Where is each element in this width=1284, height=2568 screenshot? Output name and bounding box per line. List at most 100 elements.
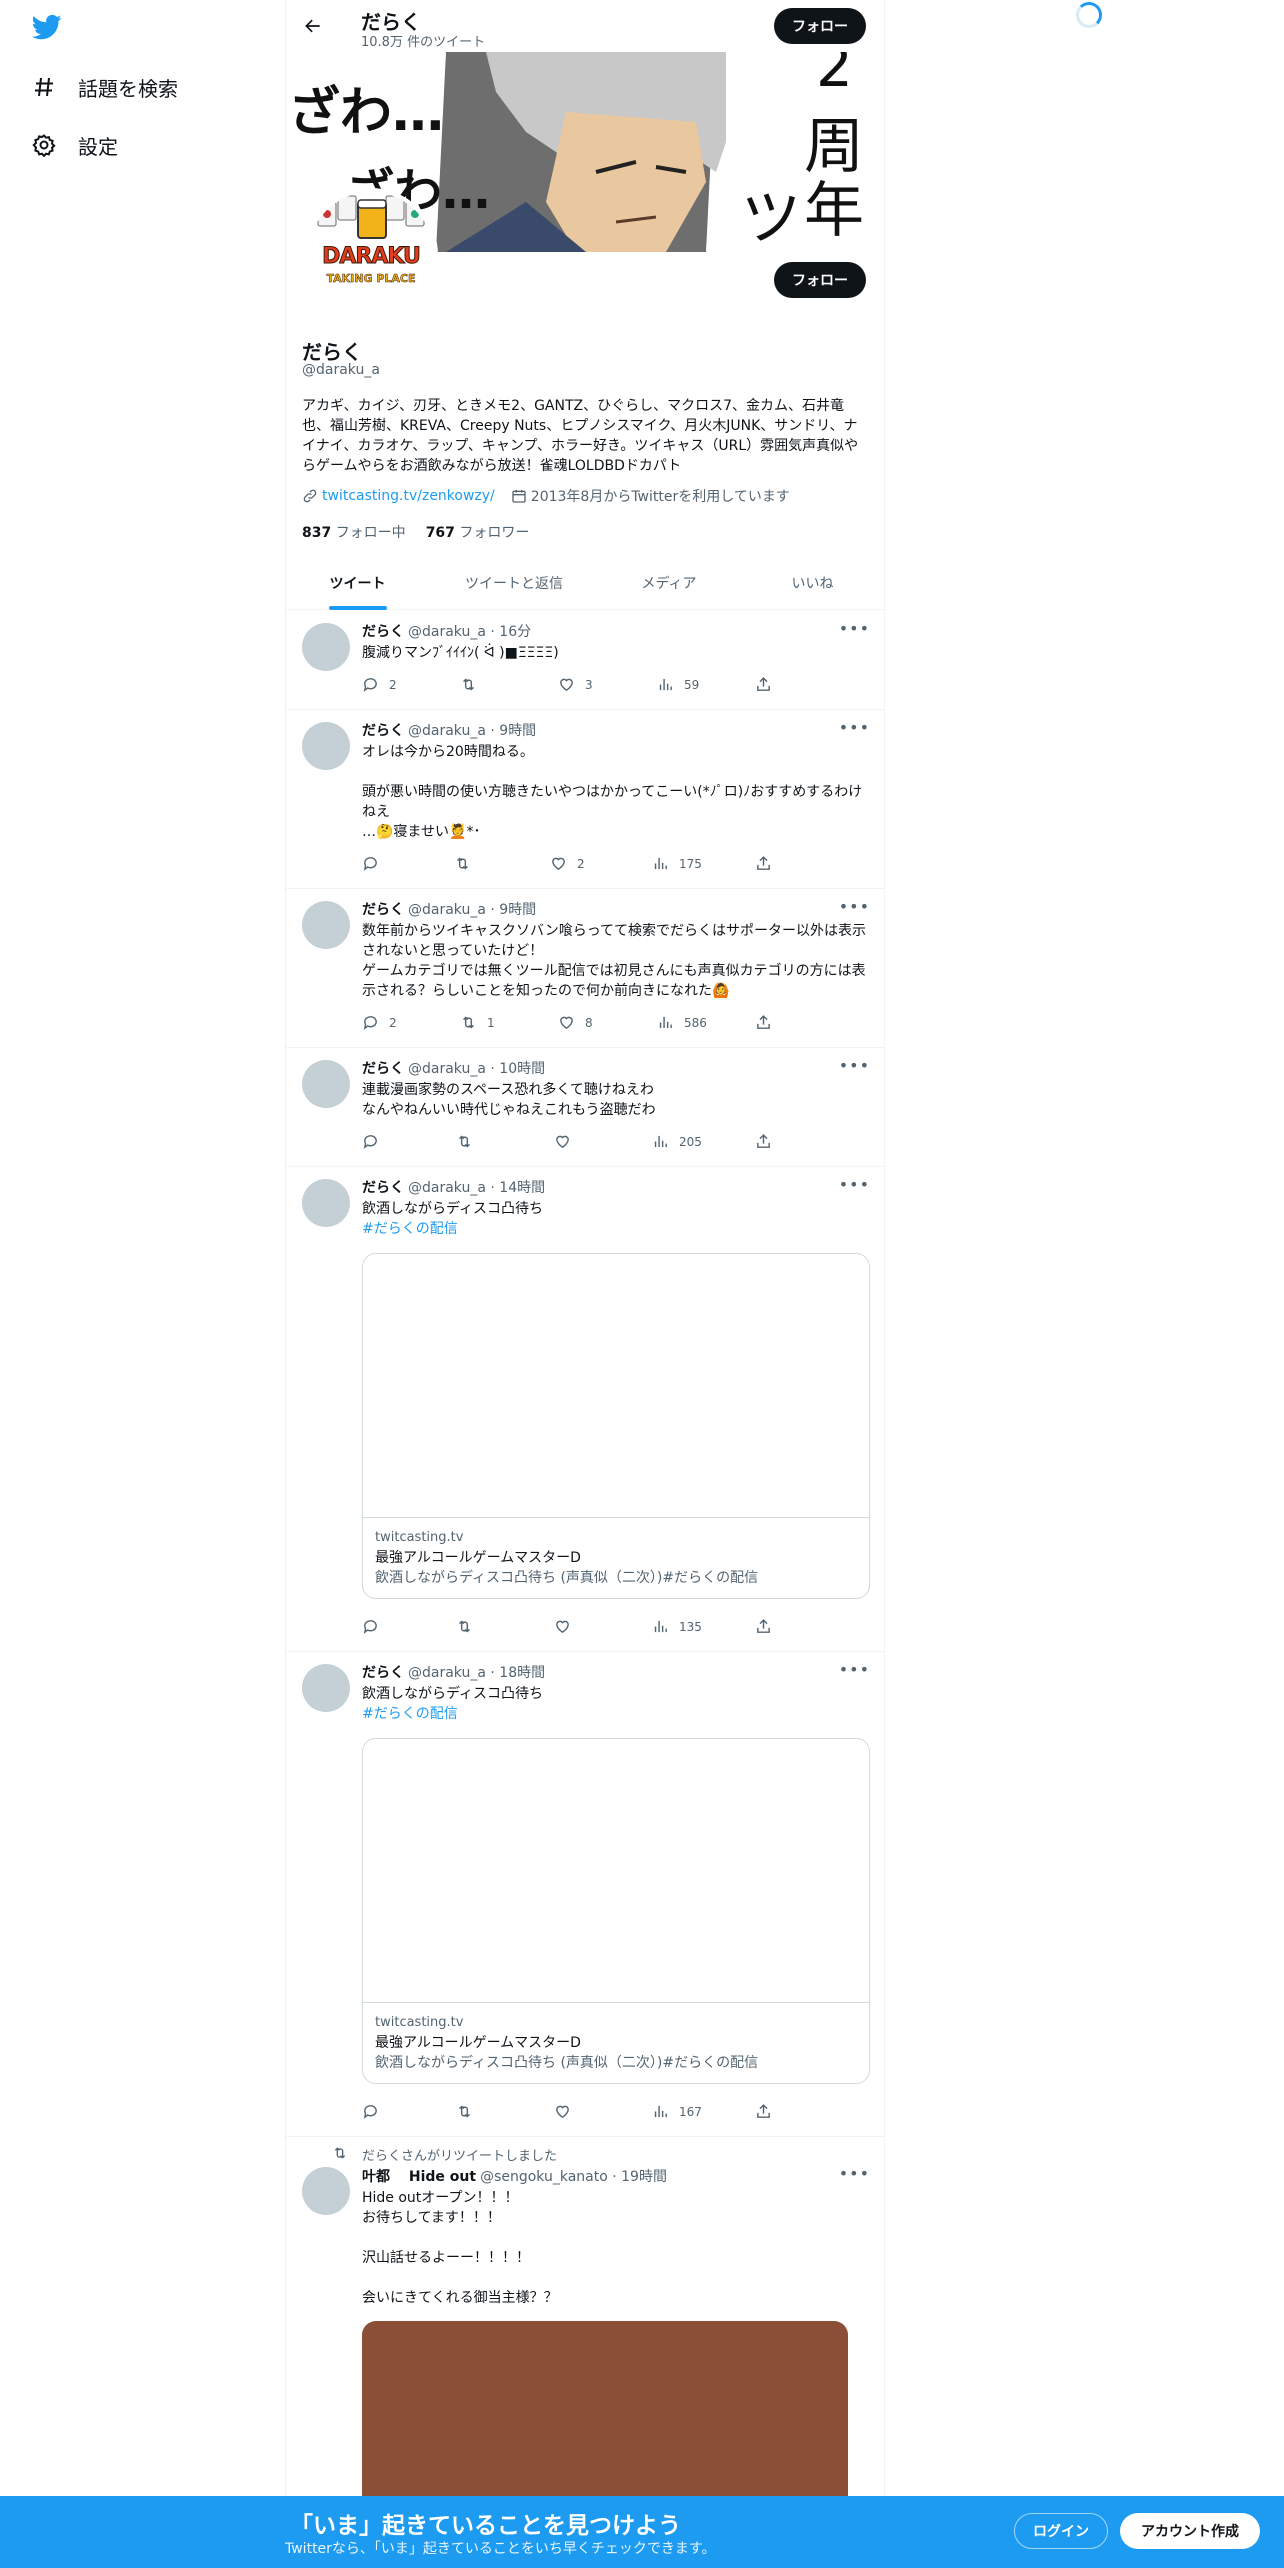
tweet[interactable]: だらく @daraku_a · 10時間 ••• 連載漫画家勢のスペース恐れ多くて…	[286, 1048, 884, 1167]
tweet-meta[interactable]: @daraku_a · 18時間	[408, 1665, 545, 1681]
nav-explore[interactable]: 話題を検索	[32, 67, 178, 107]
profile-name: だらく	[302, 340, 362, 364]
like-button[interactable]	[554, 2103, 581, 2120]
heart-icon	[560, 1016, 573, 1030]
back-button[interactable]	[300, 13, 326, 39]
tweet-meta[interactable]: @daraku_a · 9時間	[408, 902, 536, 918]
more-options-icon[interactable]: •••	[839, 1056, 870, 1075]
link-card-description: 飲酒しながらディスコ凸待ち (声真似（二次）)#だらくの配信	[375, 2055, 759, 2071]
more-options-icon[interactable]: •••	[839, 2164, 870, 2183]
reply-button[interactable]	[362, 1133, 389, 1150]
tweet-author-name[interactable]: だらく	[362, 624, 404, 640]
share-icon	[757, 1619, 770, 1633]
bar-chart-icon	[654, 857, 667, 870]
tweet-author-name[interactable]: 叶都 Hide out	[362, 2169, 476, 2185]
followers-link[interactable]: 767 フォロワー	[426, 522, 530, 542]
views-button[interactable]: 586	[657, 1014, 707, 1031]
profile-header-bar: だらく 10.8万 件のツイート フォロー	[286, 0, 884, 52]
profile-follow-button[interactable]: フォロー	[774, 262, 866, 298]
share-button[interactable]	[755, 855, 772, 872]
tweet-avatar[interactable]	[302, 1179, 350, 1227]
link-card-domain: twitcasting.tv	[375, 2015, 464, 2030]
tweet[interactable]: だらく @daraku_a · 14時間 ••• 飲酒しながらディスコ凸待ち #だ…	[286, 1167, 884, 1652]
tab-likes[interactable]: いいね	[739, 556, 884, 610]
views-count: 167	[679, 2104, 702, 2119]
more-options-icon[interactable]: •••	[839, 718, 870, 737]
twitter-logo-icon[interactable]	[30, 12, 64, 42]
tweet[interactable]: だらく @daraku_a · 9時間 ••• オレは今から20時間ねる。 頭が悪…	[286, 710, 884, 889]
tweet-meta[interactable]: @daraku_a · 14時間	[408, 1180, 545, 1196]
tweet-author-name[interactable]: だらく	[362, 723, 404, 739]
link-card[interactable]: twitcasting.tv 最強アルコールゲームマスターD 飲酒しながらディス…	[362, 1253, 870, 1599]
tweet-header: だらく @daraku_a · 16分	[362, 621, 531, 641]
profile-follow-stats: 837 フォロー中 767 フォロワー	[302, 522, 529, 542]
tweet-meta[interactable]: @sengoku_kanato · 19時間	[480, 2169, 667, 2185]
nav-settings[interactable]: 設定	[32, 125, 118, 165]
views-button[interactable]: 205	[652, 1133, 702, 1150]
retweet-button[interactable]	[456, 1133, 483, 1150]
retweet-button[interactable]	[456, 1618, 483, 1635]
tweet[interactable]: だらく @daraku_a · 9時間 ••• 数年前からツイキャスクソバン喰らっ…	[286, 889, 884, 1048]
tweet-author-name[interactable]: だらく	[362, 1665, 404, 1681]
heart-icon	[556, 1135, 569, 1149]
link-card[interactable]: twitcasting.tv 最強アルコールゲームマスターD 飲酒しながらディス…	[362, 1738, 870, 2084]
tweet-avatar[interactable]	[302, 1664, 350, 1712]
views-button[interactable]: 135	[652, 1618, 702, 1635]
reply-button[interactable]	[362, 855, 389, 872]
views-button[interactable]: 167	[652, 2103, 702, 2120]
tweet-hashtag[interactable]: #だらくの配信	[362, 1221, 458, 1237]
more-options-icon[interactable]: •••	[839, 897, 870, 916]
tweet-meta[interactable]: @daraku_a · 9時間	[408, 723, 536, 739]
tweet-avatar[interactable]	[302, 623, 350, 671]
reply-button[interactable]	[362, 2103, 389, 2120]
tweet[interactable]: だらく @daraku_a · 18時間 ••• 飲酒しながらディスコ凸待ち #だ…	[286, 1652, 884, 2137]
like-button[interactable]: 2	[550, 855, 585, 872]
retweet-button[interactable]	[456, 2103, 483, 2120]
like-button[interactable]	[554, 1133, 581, 1150]
share-button[interactable]	[755, 1133, 772, 1150]
like-button[interactable]	[554, 1618, 581, 1635]
tweet-meta[interactable]: @daraku_a · 16分	[408, 624, 531, 640]
more-options-icon[interactable]: •••	[839, 1660, 870, 1679]
login-button[interactable]: ログイン	[1014, 2513, 1108, 2549]
following-link[interactable]: 837 フォロー中	[302, 522, 406, 542]
tab-media[interactable]: メディア	[599, 556, 739, 610]
tweet-avatar[interactable]	[302, 901, 350, 949]
tweet-meta[interactable]: @daraku_a · 10時間	[408, 1061, 545, 1077]
views-button[interactable]: 175	[652, 855, 702, 872]
retweet-label[interactable]: だらくさんがリツイートしました	[362, 2145, 557, 2164]
tweet-avatar[interactable]	[302, 1060, 350, 1108]
tweet-header: 叶都 Hide out @sengoku_kanato · 19時間	[362, 2166, 667, 2186]
more-options-icon[interactable]: •••	[839, 1175, 870, 1194]
signup-button[interactable]: アカウント作成	[1120, 2513, 1260, 2549]
share-button[interactable]	[755, 1618, 772, 1635]
retweet-button[interactable]: 1	[460, 1014, 495, 1031]
share-button[interactable]	[755, 2103, 772, 2120]
profile-avatar[interactable]: DARAKU TAKING PLACE	[304, 188, 438, 322]
reply-button[interactable]	[362, 1618, 389, 1635]
share-button[interactable]	[755, 1014, 772, 1031]
tweet[interactable]: だらく @daraku_a · 16分 ••• 腹減りマンﾌﾞｲｲｲﾝ( ᐛ )■…	[286, 611, 884, 710]
header-follow-button[interactable]: フォロー	[774, 8, 866, 44]
tweet-text: 飲酒しながらディスコ凸待ち #だらくの配信	[362, 1684, 872, 1724]
retweet-button[interactable]	[460, 676, 487, 693]
tweet-author-name[interactable]: だらく	[362, 1061, 404, 1077]
like-button[interactable]: 8	[558, 1014, 593, 1031]
share-button[interactable]	[755, 676, 772, 693]
tab-tweets-replies[interactable]: ツイートと返信	[429, 556, 599, 610]
tab-tweets[interactable]: ツイート	[286, 556, 429, 610]
like-button[interactable]: 3	[558, 676, 593, 693]
profile-link[interactable]: twitcasting.tv/zenkowzy/	[322, 488, 495, 504]
tweet-author-name[interactable]: だらく	[362, 1180, 404, 1196]
tweet-avatar[interactable]	[302, 722, 350, 770]
tweet-header: だらく @daraku_a · 9時間	[362, 720, 536, 740]
tweet-avatar[interactable]	[302, 2167, 350, 2215]
reply-button[interactable]: 2	[362, 1014, 397, 1031]
tweet-hashtag[interactable]: #だらくの配信	[362, 1706, 458, 1722]
views-button[interactable]: 59	[657, 676, 699, 693]
signup-banner: 「いま」起きていることを見つけよう Twitterなら、「いま」起きていることを…	[0, 2496, 1284, 2568]
tweet-author-name[interactable]: だらく	[362, 902, 404, 918]
more-options-icon[interactable]: •••	[839, 619, 870, 638]
reply-button[interactable]: 2	[362, 676, 397, 693]
retweet-button[interactable]	[454, 855, 481, 872]
